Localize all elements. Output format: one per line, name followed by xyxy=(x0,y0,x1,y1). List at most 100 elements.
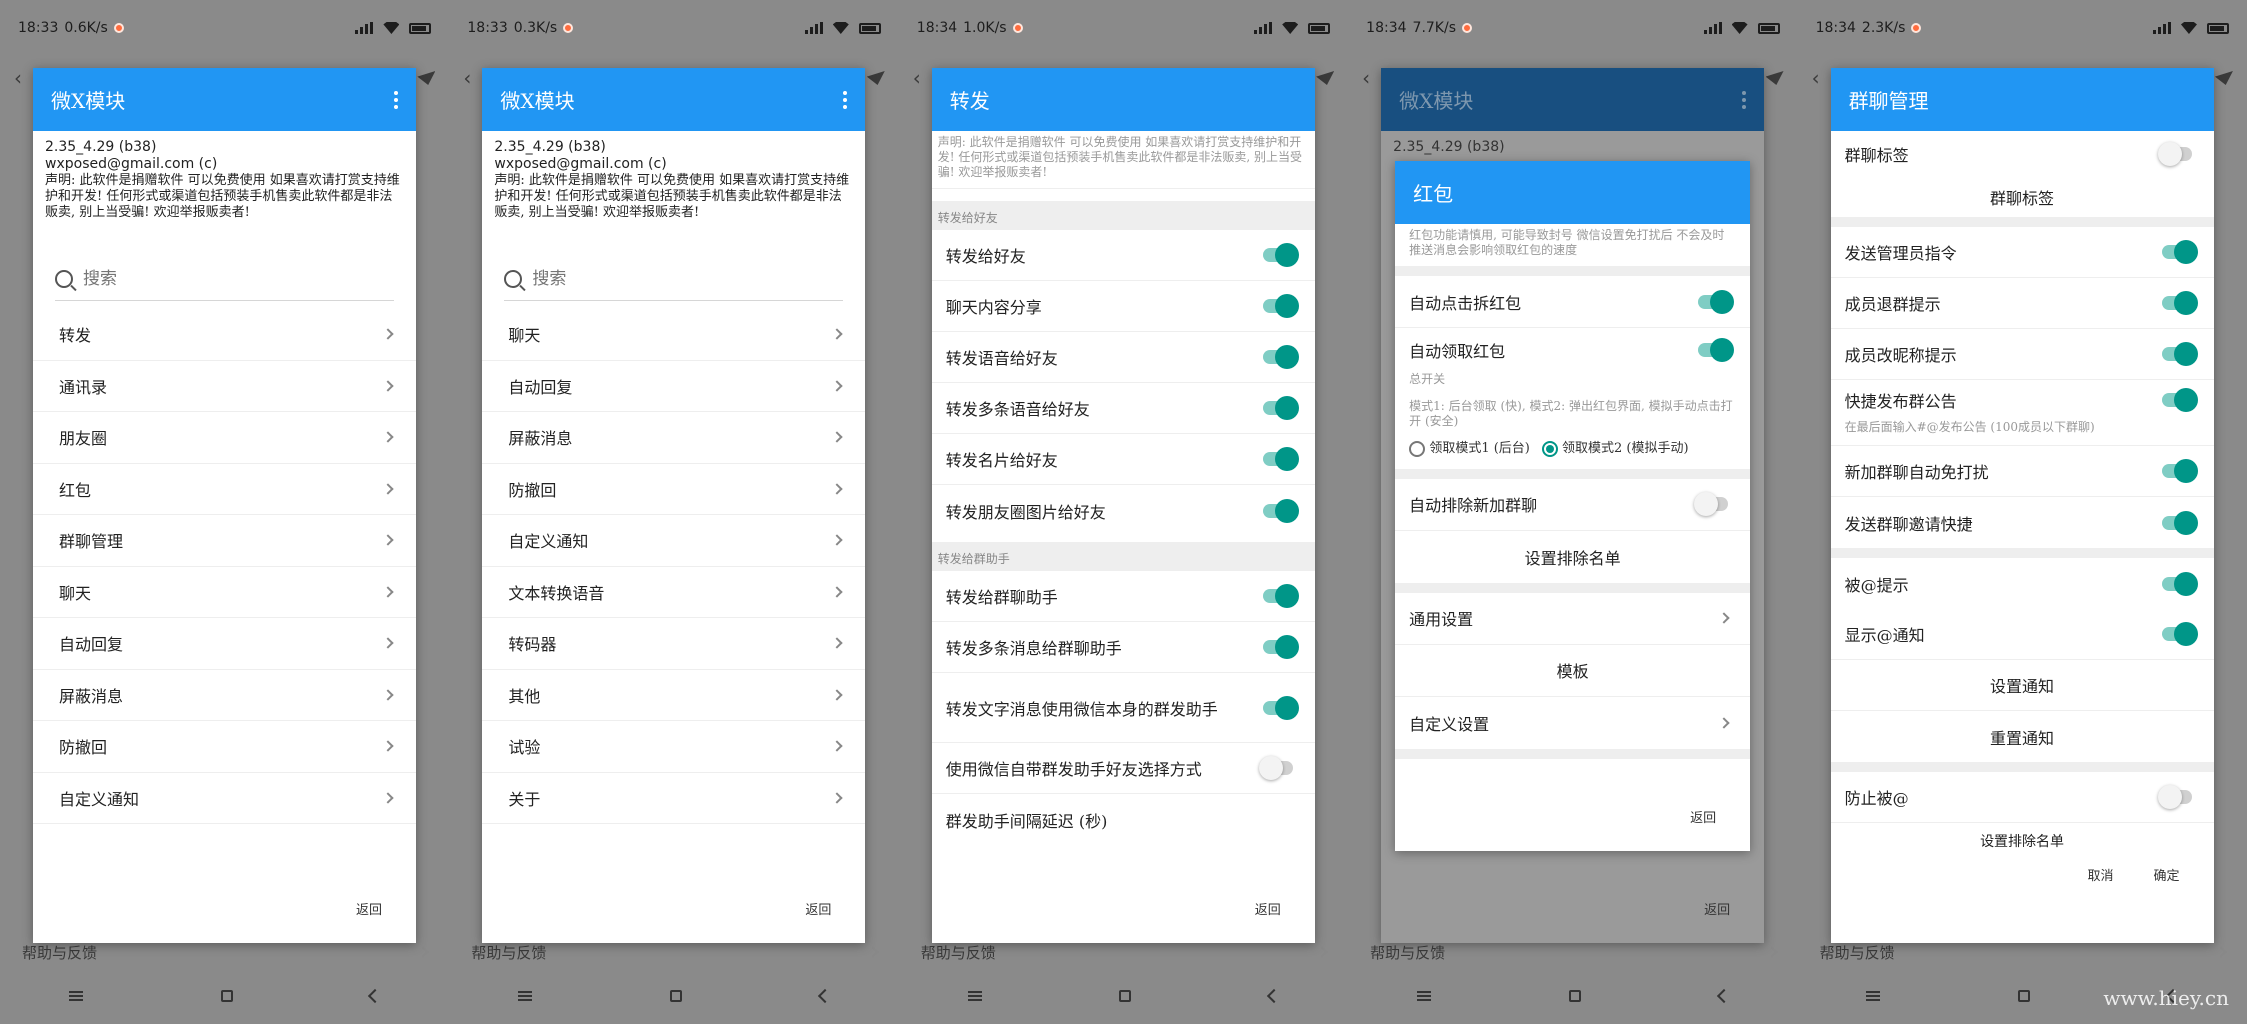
menu-item-custom-notify[interactable]: 自定义通知 xyxy=(482,515,866,567)
menu-icon[interactable] xyxy=(518,991,533,1001)
member-rename-row[interactable]: 成员改昵称提示 xyxy=(1830,329,2214,380)
menu-item-forward[interactable]: 转发 xyxy=(33,309,416,361)
menu-item-auto-reply[interactable]: 自动回复 xyxy=(33,618,416,670)
back-button[interactable]: 返回 xyxy=(356,899,382,918)
set-exclude-list-button[interactable]: 设置排除名单 xyxy=(1395,531,1750,583)
menu-item-auto-reply[interactable]: 自动回复 xyxy=(482,361,866,412)
menu-item-group-manage[interactable]: 群聊管理 xyxy=(33,515,416,567)
member-quit-toggle[interactable] xyxy=(2161,291,2198,315)
mode2-radio[interactable]: 领取模式2 (模拟手动) xyxy=(1541,437,1689,457)
menu-item-custom-notify[interactable]: 自定义通知 xyxy=(33,773,416,824)
auto-receive-toggle[interactable] xyxy=(1698,338,1735,362)
moments-image-forward-toggle[interactable] xyxy=(1262,498,1299,523)
use-wechat-helper-row[interactable]: 使用微信自带群发助手好友选择方式 xyxy=(931,743,1315,794)
menu-item-transcoder[interactable]: 转码器 xyxy=(482,618,866,670)
invite-quick-toggle[interactable] xyxy=(2161,510,2198,535)
multi-msg-group-toggle[interactable] xyxy=(1262,635,1299,659)
delay-row[interactable]: 群发助手间隔延迟 (秒) xyxy=(932,794,1315,845)
confirm-button[interactable]: 确定 xyxy=(2154,865,2180,884)
menu-icon[interactable] xyxy=(68,991,83,1001)
back-button[interactable]: 返回 xyxy=(1690,807,1716,826)
group-helper-toggle[interactable] xyxy=(1262,584,1299,608)
home-icon[interactable] xyxy=(2018,990,2031,1002)
text-group-send-toggle[interactable] xyxy=(1262,695,1299,720)
chat-share-toggle[interactable] xyxy=(1262,294,1299,318)
exclude-new-group-row[interactable]: 自动排除新加群聊 xyxy=(1395,479,1751,531)
prevent-at-row[interactable]: 防止被@ xyxy=(1830,772,2214,823)
invite-quick-row[interactable]: 发送群聊邀请快捷 xyxy=(1831,497,2214,548)
menu-item-tts[interactable]: 文本转换语音 xyxy=(482,567,866,618)
exclude-new-group-toggle[interactable] xyxy=(1694,492,1729,516)
cancel-button[interactable]: 取消 xyxy=(2088,865,2114,884)
member-quit-row[interactable]: 成员退群提示 xyxy=(1830,278,2214,329)
prevent-at-toggle[interactable] xyxy=(2157,785,2192,809)
template-button[interactable]: 模板 xyxy=(1395,645,1751,697)
menu-item-moments[interactable]: 朋友圈 xyxy=(33,412,416,464)
auto-click-row[interactable]: 自动点击拆红包 xyxy=(1395,276,1751,328)
menu-item-chat[interactable]: 聊天 xyxy=(482,309,866,361)
back-icon[interactable] xyxy=(817,988,832,1004)
moments-image-forward-row[interactable]: 转发朋友圈图片给好友 xyxy=(932,485,1315,536)
mode1-radio[interactable]: 领取模式1 (后台) xyxy=(1409,437,1530,457)
chat-share-row[interactable]: 聊天内容分享 xyxy=(931,281,1315,332)
send-admin-toggle[interactable] xyxy=(2161,240,2198,264)
menu-icon[interactable] xyxy=(1417,991,1432,1001)
home-icon[interactable] xyxy=(1568,990,1581,1002)
auto-click-toggle[interactable] xyxy=(1698,289,1735,314)
set-notice-button[interactable]: 设置通知 xyxy=(1830,660,2214,711)
set-exclude-list-button[interactable]: 设置排除名单 xyxy=(1831,823,2214,859)
mentioned-row[interactable]: 被@提示 xyxy=(1831,558,2214,609)
multi-voice-forward-toggle[interactable] xyxy=(1262,396,1299,420)
group-helper-row[interactable]: 转发给群聊助手 xyxy=(931,571,1315,622)
back-icon[interactable] xyxy=(368,988,383,1004)
home-icon[interactable] xyxy=(1119,990,1132,1002)
back-icon[interactable] xyxy=(1267,988,1282,1004)
menu-item-block[interactable]: 屏蔽消息 xyxy=(482,412,866,464)
back-icon[interactable] xyxy=(1716,988,1731,1004)
use-wechat-helper-toggle[interactable] xyxy=(1258,756,1293,780)
new-group-mute-toggle[interactable] xyxy=(2161,459,2198,483)
menu-icon[interactable] xyxy=(967,991,982,1001)
forward-to-friend-toggle[interactable] xyxy=(1262,243,1299,267)
menu-icon[interactable] xyxy=(1866,991,1881,1001)
back-button[interactable]: 返回 xyxy=(1255,899,1281,918)
general-settings-row[interactable]: 通用设置 xyxy=(1395,593,1751,645)
multi-msg-group-row[interactable]: 转发多条消息给群聊助手 xyxy=(931,622,1315,673)
new-group-mute-row[interactable]: 新加群聊自动免打扰 xyxy=(1830,446,2214,497)
menu-item-block[interactable]: 屏蔽消息 xyxy=(33,670,416,721)
mentioned-toggle[interactable] xyxy=(2161,571,2198,596)
text-group-send-row[interactable]: 转发文字消息使用微信本身的群发助手 xyxy=(931,673,1315,743)
card-forward-toggle[interactable] xyxy=(1262,447,1299,471)
group-tag-row[interactable]: 群聊标签 xyxy=(1831,131,2214,177)
show-notice-row[interactable]: 显示@通知 xyxy=(1830,609,2214,660)
menu-item-redpacket[interactable]: 红包 xyxy=(33,464,416,515)
reset-notice-button[interactable]: 重置通知 xyxy=(1831,711,2214,762)
menu-item-anti-recall[interactable]: 防撤回 xyxy=(482,464,866,515)
quick-announce-toggle[interactable] xyxy=(2161,388,2198,412)
forward-to-friend-row[interactable]: 转发给好友 xyxy=(931,230,1315,281)
multi-voice-forward-row[interactable]: 转发多条语音给好友 xyxy=(931,383,1315,434)
search-input[interactable] xyxy=(532,268,844,289)
menu-item-anti-recall[interactable]: 防撤回 xyxy=(33,721,416,773)
menu-item-about[interactable]: 关于 xyxy=(482,773,866,824)
menu-item-experiment[interactable]: 试验 xyxy=(482,721,866,773)
menu-item-chat[interactable]: 聊天 xyxy=(33,567,416,618)
show-notice-toggle[interactable] xyxy=(2161,622,2198,646)
more-menu-icon[interactable] xyxy=(394,90,398,109)
menu-item-contacts[interactable]: 通讯录 xyxy=(33,361,416,412)
auto-receive-row[interactable]: 自动领取红包 xyxy=(1395,328,1750,372)
card-forward-row[interactable]: 转发名片给好友 xyxy=(931,434,1315,485)
home-icon[interactable] xyxy=(670,990,683,1002)
voice-forward-toggle[interactable] xyxy=(1262,345,1299,369)
menu-item-other[interactable]: 其他 xyxy=(482,670,866,721)
quick-announce-row[interactable]: 快捷发布群公告 xyxy=(1831,380,2214,420)
send-admin-row[interactable]: 发送管理员指令 xyxy=(1830,227,2214,278)
custom-settings-row[interactable]: 自定义设置 xyxy=(1395,697,1750,749)
group-tag-toggle[interactable] xyxy=(2157,142,2192,166)
more-menu-icon[interactable] xyxy=(843,90,848,109)
member-rename-toggle[interactable] xyxy=(2161,342,2198,366)
search-input[interactable] xyxy=(83,268,394,289)
group-tag-button[interactable]: 群聊标签 xyxy=(1831,177,2214,217)
home-icon[interactable] xyxy=(220,990,233,1002)
back-button[interactable]: 返回 xyxy=(805,899,831,918)
